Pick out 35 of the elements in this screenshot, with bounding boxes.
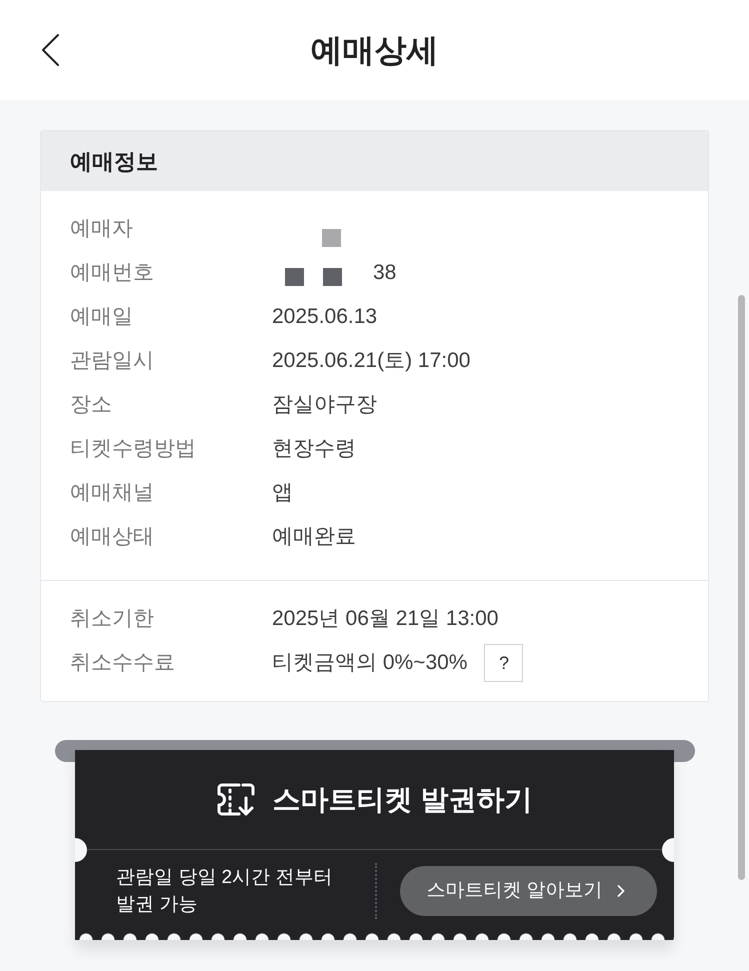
field-label: 티켓수령방법 bbox=[69, 436, 197, 462]
page-title: 예매상세 bbox=[310, 31, 438, 70]
issue-note: 발권 가능 bbox=[116, 893, 198, 917]
field-label: 예매번호 bbox=[69, 260, 155, 286]
issue-note: 관람일 당일 2시간 전부터 bbox=[116, 866, 334, 890]
field-label: 취소기한 bbox=[69, 606, 155, 632]
field-label: 장소 bbox=[69, 392, 113, 418]
scrollbar-thumb[interactable] bbox=[738, 295, 745, 880]
field-value: 앱 bbox=[272, 480, 293, 506]
issue-ticket-button[interactable]: 스마트티켓 발권하기 bbox=[216, 778, 532, 820]
field-value: 2025년 06월 21일 13:00 bbox=[272, 606, 498, 632]
field-label: 예매자 bbox=[69, 216, 134, 242]
field-label: 관람일시 bbox=[69, 348, 155, 374]
dotted-divider bbox=[375, 863, 377, 919]
field-label: 예매상태 bbox=[69, 524, 155, 550]
field-value: 현장수령 bbox=[272, 436, 356, 462]
field-value: 2025.06.21(토) 17:00 bbox=[272, 348, 470, 374]
ticket-download-icon bbox=[216, 783, 255, 816]
redaction-mark-icon bbox=[285, 268, 304, 286]
field-value: 2025.06.13 bbox=[272, 304, 378, 330]
redaction-mark-icon bbox=[322, 229, 341, 247]
field-value: 예매완료 bbox=[272, 524, 356, 550]
field-label: 취소수수료 bbox=[69, 650, 176, 676]
redaction-mark-icon bbox=[323, 268, 342, 286]
field-value: 잠실야구장 bbox=[272, 392, 377, 418]
learn-more-button[interactable]: 스마트티켓 알아보기 bbox=[400, 866, 657, 916]
ticket-notch bbox=[662, 838, 674, 862]
field-value: 38 bbox=[373, 260, 396, 286]
field-label: 예매일 bbox=[69, 304, 134, 330]
field-label: 예매채널 bbox=[69, 480, 155, 506]
section-title: 예매정보 bbox=[70, 148, 158, 176]
ticket-notch bbox=[75, 838, 87, 862]
field-value: 티켓금액의 0%~30% bbox=[272, 650, 468, 676]
help-button[interactable]: ? bbox=[484, 644, 524, 682]
chevron-left-icon bbox=[40, 33, 60, 67]
